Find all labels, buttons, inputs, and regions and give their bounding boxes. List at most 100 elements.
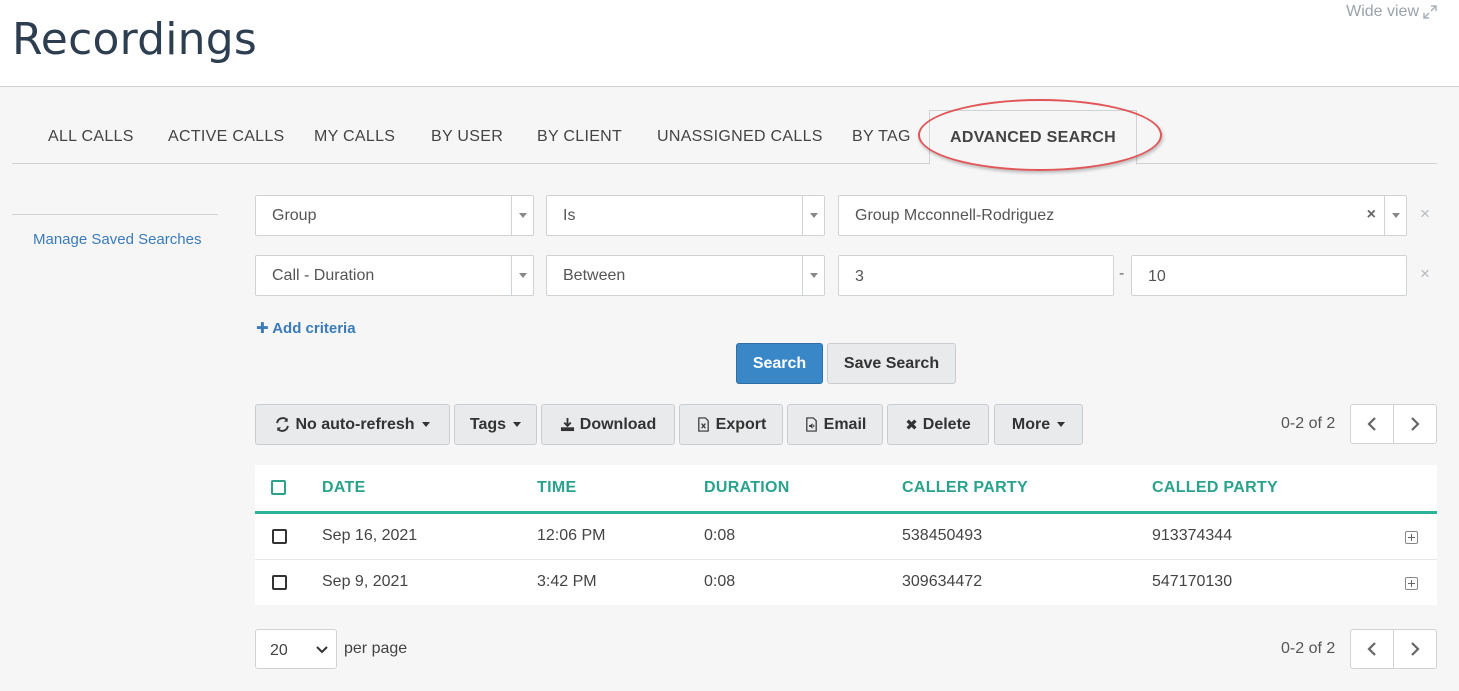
audio-file-icon bbox=[805, 417, 817, 432]
criteria-operator-value: Between bbox=[563, 267, 626, 284]
column-header-caller-party[interactable]: CALLER PARTY bbox=[902, 479, 1028, 497]
remove-criteria-icon[interactable]: × bbox=[1420, 204, 1430, 224]
chevron-right-icon bbox=[1411, 642, 1420, 656]
download-button[interactable]: Download bbox=[541, 404, 675, 445]
auto-refresh-dropdown[interactable]: No auto-refresh bbox=[255, 404, 450, 445]
add-criteria-label: Add criteria bbox=[272, 320, 356, 337]
range-separator: - bbox=[1119, 265, 1125, 282]
cell-caller-party: 309634472 bbox=[902, 573, 983, 590]
expand-arrows-icon bbox=[1423, 5, 1437, 19]
next-page-button[interactable] bbox=[1393, 405, 1436, 443]
table-row[interactable]: Sep 16, 2021 12:06 PM 0:08 538450493 913… bbox=[255, 514, 1437, 560]
criteria-field-select[interactable]: Group bbox=[255, 195, 534, 236]
delete-button[interactable]: ✖ Delete bbox=[887, 404, 989, 445]
criteria-field-value: Call - Duration bbox=[272, 267, 375, 284]
cell-duration: 0:08 bbox=[704, 527, 736, 544]
criteria-value-select[interactable]: Group Mcconnell-Rodriguez × bbox=[838, 195, 1407, 236]
tab-by-user[interactable]: BY USER bbox=[431, 128, 503, 146]
chevron-down-icon bbox=[316, 646, 328, 654]
cell-date: Sep 16, 2021 bbox=[322, 527, 418, 544]
wide-view-label: Wide view bbox=[1346, 3, 1419, 20]
column-header-date[interactable]: DATE bbox=[322, 479, 366, 497]
tab-all-calls[interactable]: ALL CALLS bbox=[48, 128, 134, 146]
more-dropdown[interactable]: More bbox=[994, 404, 1083, 445]
sidebar-divider bbox=[12, 214, 218, 215]
excel-file-icon bbox=[697, 417, 709, 432]
row-checkbox[interactable] bbox=[272, 529, 287, 544]
remove-criteria-icon[interactable]: × bbox=[1420, 264, 1430, 284]
tab-unassigned-calls[interactable]: UNASSIGNED CALLS bbox=[657, 128, 823, 146]
tab-by-tag[interactable]: BY TAG bbox=[852, 128, 911, 146]
pagination-controls bbox=[1350, 629, 1437, 669]
add-criteria-link[interactable]: ✚ Add criteria bbox=[256, 319, 356, 337]
caret-down-icon bbox=[421, 422, 430, 427]
table-row[interactable]: Sep 9, 2021 3:42 PM 0:08 309634472 54717… bbox=[255, 560, 1437, 606]
dropdown-arrow-icon bbox=[511, 256, 533, 295]
dropdown-arrow-icon bbox=[802, 196, 824, 235]
export-button[interactable]: Export bbox=[679, 404, 783, 445]
wide-view-toggle[interactable]: Wide view bbox=[1346, 3, 1437, 21]
tags-label: Tags bbox=[469, 415, 507, 433]
per-page-select[interactable]: 20 bbox=[255, 629, 337, 669]
caret-down-icon bbox=[1057, 422, 1066, 427]
cell-time: 3:42 PM bbox=[537, 573, 597, 590]
delete-label: Delete bbox=[922, 415, 971, 433]
delete-x-icon: ✖ bbox=[905, 416, 918, 434]
prev-page-button[interactable] bbox=[1351, 405, 1393, 443]
cell-called-party: 913374344 bbox=[1152, 527, 1233, 544]
duration-from-input[interactable]: 3 bbox=[838, 255, 1114, 296]
page-header: Recordings Wide view bbox=[0, 0, 1459, 87]
criteria-field-value: Group bbox=[272, 207, 317, 224]
search-button[interactable]: Search bbox=[736, 343, 823, 384]
dropdown-arrow-icon bbox=[802, 256, 824, 295]
tab-bar: ALL CALLS ACTIVE CALLS MY CALLS BY USER … bbox=[12, 110, 1437, 165]
cell-date: Sep 9, 2021 bbox=[322, 573, 409, 590]
email-button[interactable]: Email bbox=[787, 404, 883, 445]
tab-active-calls[interactable]: ACTIVE CALLS bbox=[168, 128, 285, 146]
save-search-button[interactable]: Save Search bbox=[827, 343, 956, 384]
dropdown-arrow-icon bbox=[511, 196, 533, 235]
tab-my-calls[interactable]: MY CALLS bbox=[314, 128, 395, 146]
criteria-operator-select[interactable]: Between bbox=[546, 255, 825, 296]
export-label: Export bbox=[715, 415, 767, 433]
auto-refresh-label: No auto-refresh bbox=[295, 415, 415, 433]
email-label: Email bbox=[823, 415, 867, 433]
tab-advanced-search[interactable]: ADVANCED SEARCH bbox=[929, 110, 1137, 165]
next-page-button[interactable] bbox=[1393, 630, 1436, 668]
column-header-duration[interactable]: DURATION bbox=[704, 479, 790, 497]
table-header: DATE TIME DURATION CALLER PARTY CALLED P… bbox=[255, 465, 1437, 514]
cell-time: 12:06 PM bbox=[537, 527, 606, 544]
page-title: Recordings bbox=[12, 14, 257, 65]
expand-row-icon[interactable] bbox=[1405, 577, 1418, 590]
criteria-field-select[interactable]: Call - Duration bbox=[255, 255, 534, 296]
expand-row-icon[interactable] bbox=[1405, 531, 1418, 544]
caret-down-icon bbox=[513, 422, 522, 427]
download-icon bbox=[560, 417, 574, 432]
manage-saved-searches-link[interactable]: Manage Saved Searches bbox=[33, 231, 201, 248]
column-header-called-party[interactable]: CALLED PARTY bbox=[1152, 479, 1278, 497]
row-checkbox[interactable] bbox=[272, 575, 287, 590]
download-label: Download bbox=[579, 415, 657, 433]
recordings-table: DATE TIME DURATION CALLER PARTY CALLED P… bbox=[255, 465, 1437, 605]
pagination-range: 0-2 of 2 bbox=[1281, 415, 1336, 432]
more-label: More bbox=[1011, 415, 1051, 433]
chevron-right-icon bbox=[1411, 417, 1420, 431]
pagination-range: 0-2 of 2 bbox=[1281, 640, 1336, 657]
refresh-icon bbox=[276, 417, 290, 432]
tags-dropdown[interactable]: Tags bbox=[454, 404, 537, 445]
cell-caller-party: 538450493 bbox=[902, 527, 983, 544]
criteria-operator-value: Is bbox=[563, 207, 576, 224]
tab-by-client[interactable]: BY CLIENT bbox=[537, 128, 622, 146]
per-page-label: per page bbox=[344, 640, 408, 657]
per-page-value: 20 bbox=[270, 642, 288, 659]
chevron-left-icon bbox=[1367, 417, 1376, 431]
criteria-operator-select[interactable]: Is bbox=[546, 195, 825, 236]
pagination-controls bbox=[1350, 404, 1437, 444]
duration-to-input[interactable]: 10 bbox=[1131, 255, 1407, 296]
cell-duration: 0:08 bbox=[704, 573, 736, 590]
select-all-checkbox[interactable] bbox=[271, 480, 286, 495]
clear-selection-icon[interactable]: × bbox=[1367, 206, 1376, 224]
column-header-time[interactable]: TIME bbox=[537, 479, 576, 497]
prev-page-button[interactable] bbox=[1351, 630, 1393, 668]
cell-called-party: 547170130 bbox=[1152, 573, 1233, 590]
